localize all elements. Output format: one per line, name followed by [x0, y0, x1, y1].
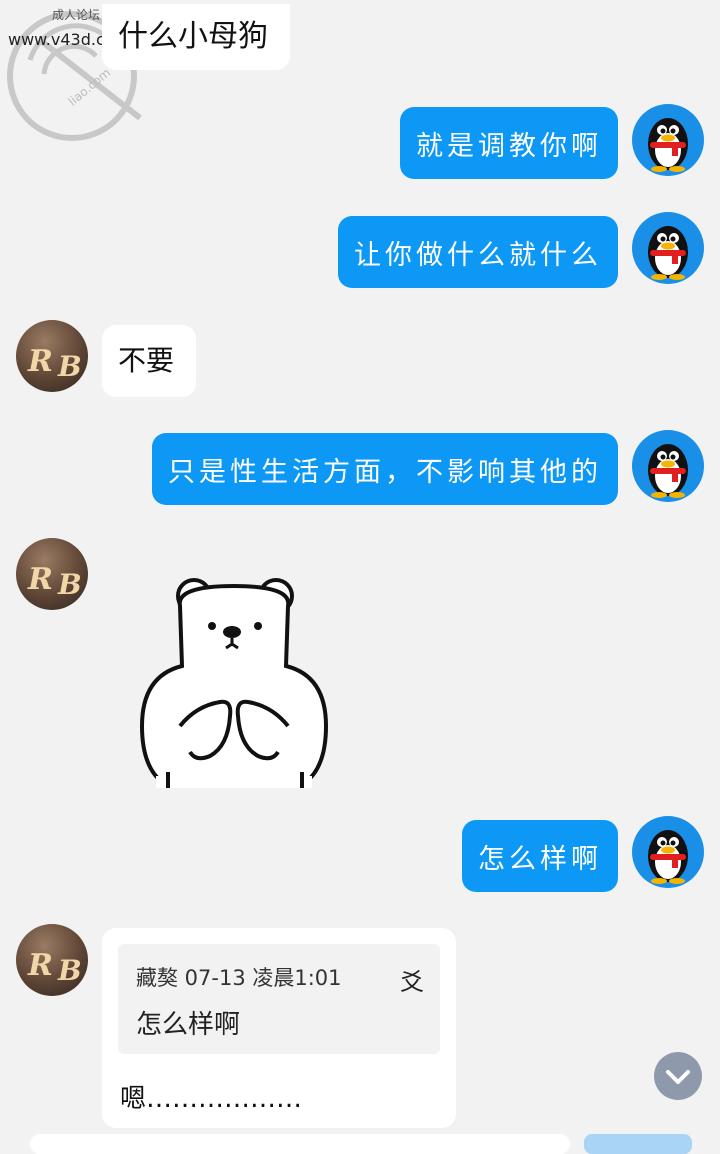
chevron-down-icon	[666, 1070, 690, 1084]
message-text: 让你做什么就什么	[354, 239, 602, 271]
message-sent-3[interactable]: 只是性生活方面，不影响其他的	[152, 433, 618, 505]
message-received-1[interactable]: 什么小母狗	[102, 4, 290, 70]
quote-body: 怎么样啊	[136, 1010, 241, 1040]
message-text: 嗯………………	[120, 1084, 303, 1114]
avatar-self[interactable]	[632, 212, 704, 284]
message-sent-2[interactable]: 让你做什么就什么	[338, 216, 618, 288]
qq-penguin-icon	[648, 226, 688, 280]
qq-penguin-icon	[648, 118, 688, 172]
scroll-to-bottom-button[interactable]	[654, 1052, 702, 1100]
quote-pin-icon[interactable]: ⽘	[400, 962, 424, 997]
qq-penguin-icon	[648, 830, 688, 884]
avatar-self[interactable]	[632, 816, 704, 888]
message-received-reply[interactable]: 藏獒 07-13 凌晨1:01 ⽘ 怎么样啊 嗯………………	[102, 928, 456, 1128]
message-text: 什么小母狗	[118, 19, 268, 54]
avatar-contact[interactable]: RB	[16, 924, 88, 996]
avatar-self[interactable]	[632, 430, 704, 502]
white-bear-sticker[interactable]	[136, 576, 332, 788]
quoted-message[interactable]: 藏獒 07-13 凌晨1:01 ⽘ 怎么样啊	[118, 944, 440, 1054]
qq-penguin-icon	[648, 444, 688, 498]
avatar-self[interactable]	[632, 104, 704, 176]
message-text: 怎么样啊	[478, 843, 602, 875]
avatar-contact[interactable]: RB	[16, 538, 88, 610]
message-text: 只是性生活方面，不影响其他的	[168, 456, 602, 488]
input-bar[interactable]	[30, 1134, 570, 1154]
white-bear-icon	[139, 578, 329, 788]
message-text: 不要	[118, 344, 175, 377]
quote-header: 藏獒 07-13 凌晨1:01	[136, 966, 342, 990]
watermark-forum-label: 成人论坛	[52, 8, 101, 22]
send-button[interactable]	[584, 1134, 692, 1154]
message-received-2[interactable]: 不要	[102, 325, 196, 397]
avatar-contact[interactable]: RB	[16, 320, 88, 392]
message-sent-4[interactable]: 怎么样啊	[462, 820, 618, 892]
message-sent-1[interactable]: 就是调教你啊	[400, 107, 618, 179]
message-text: 就是调教你啊	[416, 130, 602, 162]
